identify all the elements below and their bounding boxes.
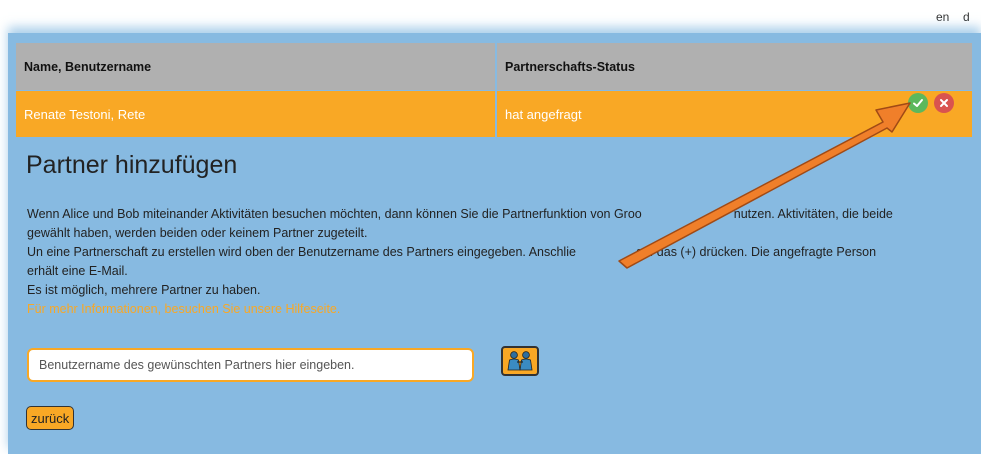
partner-row-name: Renate Testoni, Rete xyxy=(16,91,495,137)
language-en-link[interactable]: en xyxy=(936,10,949,24)
description-line: Un eine Partnerschaft zu erstellen wird … xyxy=(27,245,877,278)
partner-add-icon xyxy=(507,351,533,371)
description: Wenn Alice und Bob miteinander Aktivität… xyxy=(27,205,907,319)
language-switcher: en d xyxy=(0,0,981,30)
reject-partner-button[interactable] xyxy=(934,93,954,113)
help-page-link[interactable]: Für mehr Informationen, besuchen Sie uns… xyxy=(27,302,340,316)
language-de-link[interactable]: d xyxy=(963,10,970,24)
check-icon xyxy=(913,99,923,107)
back-button[interactable]: zurück xyxy=(26,406,75,430)
add-partner-button[interactable] xyxy=(501,346,539,376)
partner-username-input[interactable] xyxy=(27,348,474,382)
close-icon xyxy=(940,99,948,107)
partner-panel: Name, Benutzername Partnerschafts-Status… xyxy=(8,33,981,454)
accept-partner-button[interactable] xyxy=(908,93,928,113)
description-line: Es ist möglich, mehrere Partner zu haben… xyxy=(27,283,261,297)
page-title: Partner hinzufügen xyxy=(26,151,238,179)
table-header-name: Name, Benutzername xyxy=(16,43,495,90)
partner-row-status: hat angefragt xyxy=(497,91,972,137)
description-line: Wenn Alice und Bob miteinander Aktivität… xyxy=(27,207,893,240)
table-header-status: Partnerschafts-Status xyxy=(497,43,972,90)
